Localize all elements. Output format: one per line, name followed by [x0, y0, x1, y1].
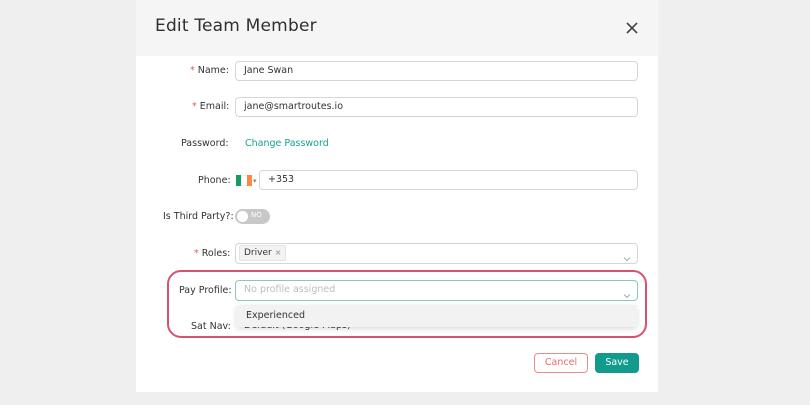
save-button[interactable]: Save: [595, 353, 639, 373]
highlight-annotation: [167, 270, 647, 338]
remove-tag-icon[interactable]: ×: [275, 248, 282, 257]
toggle-knob: [237, 211, 248, 222]
cancel-button[interactable]: Cancel: [534, 353, 588, 373]
change-password-link[interactable]: Change Password: [245, 138, 329, 149]
email-field[interactable]: jane@smartroutes.io: [235, 97, 638, 117]
ireland-flag-icon[interactable]: [236, 175, 252, 186]
required-mark: *: [194, 248, 199, 259]
name-field[interactable]: Jane Swan: [235, 61, 638, 81]
roles-select[interactable]: [235, 243, 638, 264]
chevron-down-icon[interactable]: [622, 249, 632, 262]
toggle-text: NO: [251, 211, 262, 219]
country-dropdown-caret-icon[interactable]: ▾: [253, 177, 257, 185]
required-mark: *: [190, 65, 195, 76]
third-party-label: Is Third Party?:: [163, 211, 234, 222]
role-tag: Driver ×: [239, 245, 287, 261]
third-party-toggle[interactable]: NO: [235, 209, 270, 224]
phone-field[interactable]: +353: [259, 170, 638, 190]
roles-label: * Roles:: [194, 248, 231, 259]
name-label: * Name:: [190, 65, 229, 76]
password-label: Password:: [181, 138, 229, 149]
modal-title: Edit Team Member: [155, 16, 317, 36]
email-label: * Email:: [192, 101, 230, 112]
modal-header: Edit Team Member: [136, 0, 658, 56]
phone-label: Phone:: [198, 175, 231, 186]
close-icon[interactable]: [622, 18, 642, 38]
required-mark: *: [192, 101, 197, 112]
